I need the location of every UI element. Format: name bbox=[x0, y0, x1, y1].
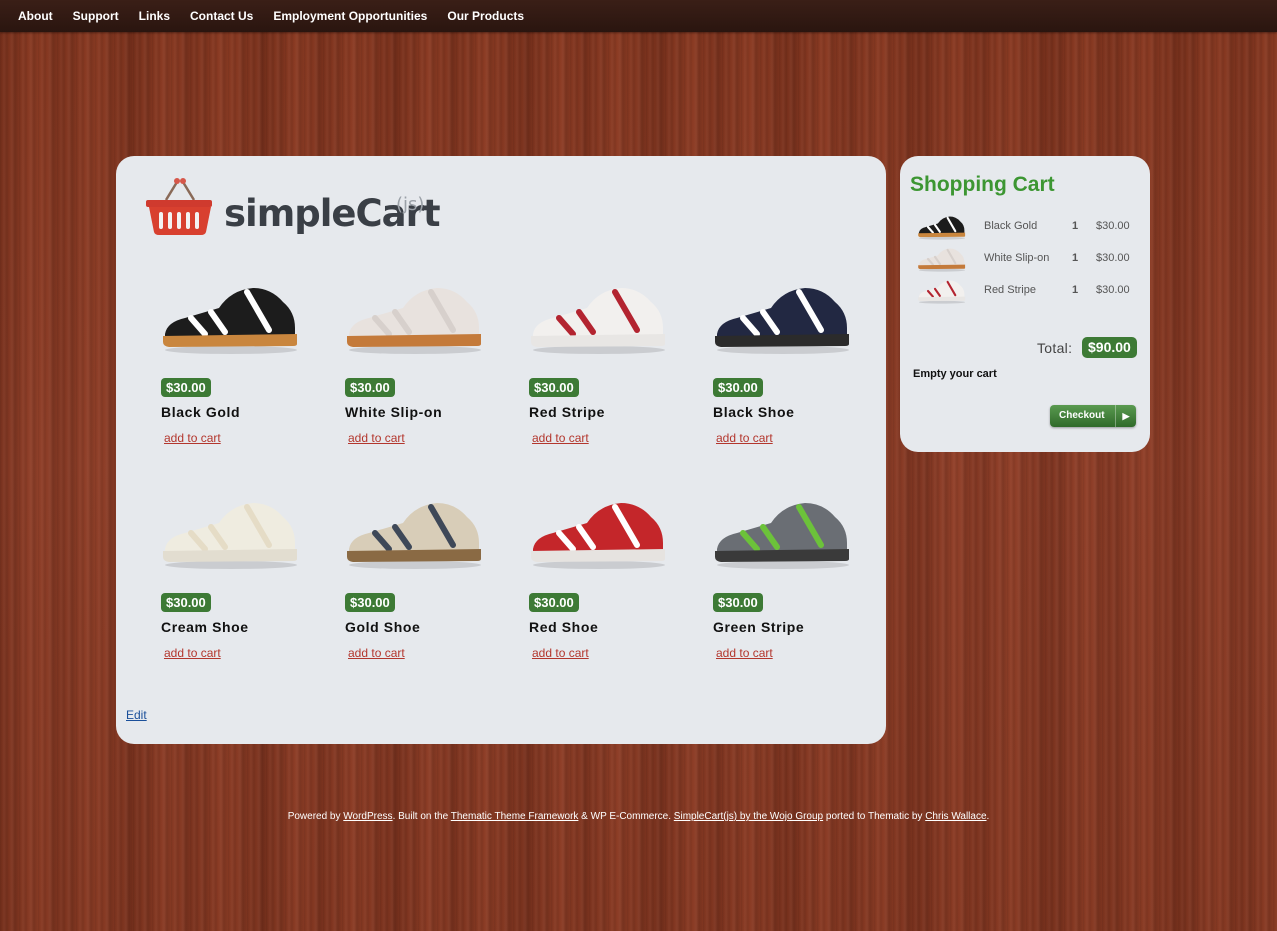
footer-link-simplecart[interactable]: SimpleCart(js) by the Wojo Group bbox=[674, 811, 823, 822]
product-price: $30.00 bbox=[345, 378, 395, 397]
footer-text: ported to Thematic by bbox=[823, 811, 926, 822]
cart-title: Shopping Cart bbox=[910, 173, 1055, 196]
footer-link-thematic[interactable]: Thematic Theme Framework bbox=[451, 811, 579, 822]
cart-item-row: Red Stripe 1 $30.00 bbox=[916, 277, 1136, 304]
product-card: $30.00 Red Shoe add to cart bbox=[529, 493, 679, 683]
add-to-cart-link[interactable]: add to cart bbox=[532, 646, 589, 660]
product-price: $30.00 bbox=[345, 593, 395, 612]
footer: Powered by WordPress. Built on the Thema… bbox=[0, 811, 1277, 822]
product-name: Black Shoe bbox=[713, 404, 795, 420]
footer-text: . Built on the bbox=[392, 811, 451, 822]
cart-item-price: $30.00 bbox=[1096, 252, 1130, 264]
product-price: $30.00 bbox=[713, 593, 763, 612]
shoe-image bbox=[161, 493, 301, 573]
add-to-cart-link[interactable]: add to cart bbox=[716, 431, 773, 445]
product-card: $30.00 Black Shoe add to cart bbox=[713, 278, 863, 468]
product-card: $30.00 Green Stripe add to cart bbox=[713, 493, 863, 683]
nav-support[interactable]: Support bbox=[63, 0, 129, 32]
product-name: Red Stripe bbox=[529, 404, 606, 420]
product-name: Cream Shoe bbox=[161, 619, 249, 635]
cart-item-row: Black Gold 1 $30.00 bbox=[916, 213, 1136, 240]
nav-about[interactable]: About bbox=[8, 0, 63, 32]
cart-total-label: Total: bbox=[1037, 340, 1073, 356]
product-name: Black Gold bbox=[161, 404, 241, 420]
top-nav: About Support Links Contact Us Employmen… bbox=[0, 0, 1277, 32]
nav-links[interactable]: Links bbox=[129, 0, 180, 32]
product-card: $30.00 Black Gold add to cart bbox=[161, 278, 311, 468]
add-to-cart-link[interactable]: add to cart bbox=[348, 646, 405, 660]
product-price: $30.00 bbox=[529, 378, 579, 397]
shoe-image bbox=[345, 278, 485, 358]
footer-link-wordpress[interactable]: WordPress bbox=[343, 811, 392, 822]
product-price: $30.00 bbox=[713, 378, 763, 397]
checkout-button[interactable]: Checkout ▶ bbox=[1050, 405, 1136, 427]
checkout-button-label: Checkout bbox=[1059, 410, 1105, 421]
nav-contact-us[interactable]: Contact Us bbox=[180, 0, 263, 32]
cart-item-price: $30.00 bbox=[1096, 284, 1130, 296]
add-to-cart-link[interactable]: add to cart bbox=[164, 431, 221, 445]
product-name: Red Shoe bbox=[529, 619, 599, 635]
site-logo: simpleCart (js) bbox=[144, 174, 444, 238]
product-price: $30.00 bbox=[529, 593, 579, 612]
cart-item-price: $30.00 bbox=[1096, 220, 1130, 232]
empty-cart-link[interactable]: Empty your cart bbox=[913, 368, 997, 380]
shoe-image bbox=[345, 493, 485, 573]
cart-item-name: White Slip-on bbox=[984, 252, 1050, 264]
shoe-image bbox=[161, 278, 301, 358]
shopping-cart-panel: Shopping Cart Black Gold 1 $30.00 White Sli… bbox=[900, 156, 1150, 452]
cart-item-qty: 1 bbox=[1072, 252, 1079, 264]
nav-our-products[interactable]: Our Products bbox=[437, 0, 534, 32]
cart-item-row: White Slip-on 1 $30.00 bbox=[916, 245, 1136, 272]
product-price: $30.00 bbox=[161, 593, 211, 612]
footer-text: . bbox=[986, 811, 990, 822]
cart-item-thumbnail bbox=[916, 277, 968, 304]
shoe-image bbox=[713, 278, 853, 358]
cart-total-value: $90.00 bbox=[1082, 337, 1137, 358]
product-card: $30.00 White Slip-on add to cart bbox=[345, 278, 495, 468]
shoe-image bbox=[713, 493, 853, 573]
cart-item-name: Black Gold bbox=[984, 220, 1038, 232]
product-card: $30.00 Gold Shoe add to cart bbox=[345, 493, 495, 683]
arrow-right-icon: ▶ bbox=[1115, 405, 1136, 427]
product-panel: simpleCart (js) $30.00 Black Gold add to c… bbox=[116, 156, 886, 744]
cart-item-name: Red Stripe bbox=[984, 284, 1036, 296]
add-to-cart-link[interactable]: add to cart bbox=[532, 431, 589, 445]
cart-item-qty: 1 bbox=[1072, 284, 1079, 296]
product-name: White Slip-on bbox=[345, 404, 443, 420]
nav-employment-opportunities[interactable]: Employment Opportunities bbox=[263, 0, 437, 32]
product-price: $30.00 bbox=[161, 378, 211, 397]
product-card: $30.00 Cream Shoe add to cart bbox=[161, 493, 311, 683]
cart-item-thumbnail bbox=[916, 213, 968, 240]
shoe-image bbox=[529, 493, 669, 573]
add-to-cart-link[interactable]: add to cart bbox=[716, 646, 773, 660]
footer-text: & WP E-Commerce. bbox=[578, 811, 674, 822]
add-to-cart-link[interactable]: add to cart bbox=[164, 646, 221, 660]
add-to-cart-link[interactable]: add to cart bbox=[348, 431, 405, 445]
cart-item-thumbnail bbox=[916, 245, 968, 272]
product-name: Gold Shoe bbox=[345, 619, 421, 635]
cart-item-qty: 1 bbox=[1072, 220, 1079, 232]
logo-suffix: (js) bbox=[396, 194, 425, 215]
shopping-basket-icon bbox=[146, 178, 212, 235]
shoe-image bbox=[529, 278, 669, 358]
product-card: $30.00 Red Stripe add to cart bbox=[529, 278, 679, 468]
edit-link[interactable]: Edit bbox=[126, 708, 147, 722]
footer-text: Powered by bbox=[287, 811, 344, 822]
footer-link-chris-wallace[interactable]: Chris Wallace bbox=[925, 811, 986, 822]
product-name: Green Stripe bbox=[713, 619, 805, 635]
